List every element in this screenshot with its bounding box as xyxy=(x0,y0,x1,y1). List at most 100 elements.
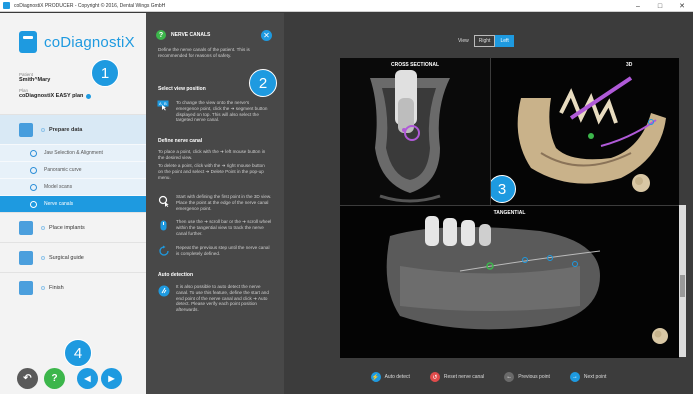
view-label: View xyxy=(458,38,469,44)
define-canal-heading: Define nerve canal xyxy=(158,138,203,144)
viewer-toolbar: ⚡ Auto detect ↺ Reset nerve canal ← Prev… xyxy=(284,368,693,386)
sidebar: coDiagnostiX Patient Smith^Mary Plan coD… xyxy=(0,13,146,394)
plan-settings-icon[interactable] xyxy=(86,94,92,99)
3d-label: 3D xyxy=(626,62,633,68)
reset-nerve-canal-button[interactable]: ↺ Reset nerve canal xyxy=(429,372,485,382)
cross-section-image xyxy=(340,58,490,205)
instruction-panel: ? NERVE CANALS ✕ Define the nerve canals… xyxy=(146,13,284,394)
bottom-navigation: ↶ ? ◀ ▶ xyxy=(17,368,125,389)
svg-text:A: A xyxy=(159,101,162,106)
first-point-icon xyxy=(158,195,169,207)
minimize-button[interactable]: – xyxy=(627,0,649,12)
substep-status-icon xyxy=(30,166,37,174)
workflow-step-place-implants[interactable]: Place implants xyxy=(0,212,146,242)
reset-label: Reset nerve canal xyxy=(443,374,485,380)
app-icon xyxy=(3,2,10,9)
implant-icon xyxy=(19,220,33,235)
view-left-button[interactable]: Left xyxy=(495,35,514,47)
close-window-button[interactable]: ✕ xyxy=(671,0,693,12)
prepare-data-icon xyxy=(19,122,33,137)
step-text-2: Then use the ➜ scroll bar or the ➜ scrol… xyxy=(176,219,272,236)
next-point-label: Next point xyxy=(583,374,607,380)
tangential-scrollbar[interactable] xyxy=(679,205,686,357)
auto-text: It is also possible to auto detect the n… xyxy=(176,284,269,313)
folder-icon xyxy=(19,280,33,295)
undo-button[interactable]: ↶ xyxy=(17,368,38,389)
previous-point-label: Previous point xyxy=(518,374,550,380)
cross-sectional-label: CROSS SECTIONAL xyxy=(390,62,440,68)
arrow-left-icon: ← xyxy=(504,372,515,382)
view-position-icon: A B xyxy=(157,100,169,111)
repeat-icon xyxy=(159,245,169,256)
cross-sectional-view[interactable]: CROSS SECTIONAL xyxy=(340,58,490,205)
step-status-icon xyxy=(41,127,45,132)
step-text-3: Repeat the previous step until the nerve… xyxy=(176,245,270,256)
arrow-right-icon: → xyxy=(569,372,580,382)
auto-detect-button[interactable]: ⚡ Auto detect xyxy=(370,372,410,382)
panel-intro: Define the nerve canals of the patient. … xyxy=(158,47,250,58)
surgical-guide-icon xyxy=(19,250,33,265)
auto-detect-icon: ⚡ xyxy=(370,372,381,382)
substep-label: Nerve canals xyxy=(44,201,74,207)
window-titlebar: coDiagnostiX PRODUCER - Copyright © 2016… xyxy=(0,0,693,12)
substep-nerve-canals[interactable]: Nerve canals xyxy=(0,195,146,212)
substep-model-scans[interactable]: Model scans xyxy=(0,178,146,195)
substep-label: Panoramic curve xyxy=(44,167,82,173)
window-title: coDiagnostiX PRODUCER - Copyright © 2016… xyxy=(14,2,166,9)
step-status-icon xyxy=(41,255,45,260)
step-status-icon xyxy=(41,285,45,290)
define-text-1: To place a point, click with the ➜ left … xyxy=(158,149,266,160)
callout-badge-4: 4 xyxy=(64,339,92,367)
define-text-2: To delete a point, click with the ➜ righ… xyxy=(158,163,265,180)
panel-header: ? NERVE CANALS xyxy=(156,30,210,40)
substep-status-icon xyxy=(30,183,37,191)
next-point-button[interactable]: → Next point xyxy=(569,372,607,382)
previous-point-button[interactable]: ← Previous point xyxy=(504,372,550,382)
tooth-logo-icon xyxy=(19,31,37,53)
substep-jaw-selection[interactable]: Jaw Selection & Alignment xyxy=(0,144,146,161)
app-name: coDiagnostiX xyxy=(44,33,135,51)
callout-badge-1: 1 xyxy=(91,59,119,87)
workflow-step-label: Finish xyxy=(49,284,64,291)
workflow-step-finish[interactable]: Finish xyxy=(0,272,146,302)
scrollbar-thumb[interactable] xyxy=(680,275,685,297)
maximize-button[interactable]: □ xyxy=(649,0,671,12)
3d-view[interactable]: 3D 3 xyxy=(491,58,679,205)
select-view-text: To change the view onto the nerve's emer… xyxy=(176,100,268,123)
window-controls: – □ ✕ xyxy=(627,0,693,12)
plan-name: coDiagnostiX EASY plan xyxy=(19,93,84,99)
next-step-button[interactable]: ▶ xyxy=(101,368,122,389)
auto-detection-heading: Auto detection xyxy=(158,272,193,278)
help-icon: ? xyxy=(156,30,166,40)
workflow-step-prepare-data[interactable]: Prepare data xyxy=(0,114,146,144)
3d-jaw-image xyxy=(491,58,679,205)
view-right-button[interactable]: Right xyxy=(473,35,496,47)
step-status-icon xyxy=(41,225,45,230)
app-logo: coDiagnostiX xyxy=(19,31,135,53)
previous-step-button[interactable]: ◀ xyxy=(77,368,98,389)
panel-title: NERVE CANALS xyxy=(171,32,211,38)
scroll-wheel-icon xyxy=(160,220,167,231)
substep-status-icon xyxy=(30,149,37,157)
tangential-view[interactable]: TANGENTIAL xyxy=(340,206,679,358)
auto-detect-label: Auto detect xyxy=(384,374,410,380)
step-text-1: Start with defining the first point in t… xyxy=(176,194,272,211)
help-button[interactable]: ? xyxy=(44,368,65,389)
svg-text:B: B xyxy=(164,101,167,106)
reset-icon: ↺ xyxy=(429,372,440,382)
tangential-image xyxy=(340,206,679,358)
substep-label: Jaw Selection & Alignment xyxy=(44,150,103,156)
auto-detect-icon xyxy=(158,285,170,297)
workflow-step-label: Surgical guide xyxy=(49,254,84,261)
substep-panoramic-curve[interactable]: Panoramic curve xyxy=(0,161,146,178)
callout-badge-2: 2 xyxy=(249,69,277,97)
substep-status-icon xyxy=(30,200,37,208)
workflow-step-label: Place implants xyxy=(49,224,85,231)
close-panel-button[interactable]: ✕ xyxy=(261,30,272,41)
tangential-label: TANGENTIAL xyxy=(493,210,526,216)
select-view-heading: Select view position xyxy=(158,86,206,92)
workflow-list: Prepare data Jaw Selection & Alignment P… xyxy=(0,114,146,302)
workflow-step-label: Prepare data xyxy=(49,126,83,133)
view-toggle: View Right Left xyxy=(458,35,514,47)
workflow-step-surgical-guide[interactable]: Surgical guide xyxy=(0,242,146,272)
